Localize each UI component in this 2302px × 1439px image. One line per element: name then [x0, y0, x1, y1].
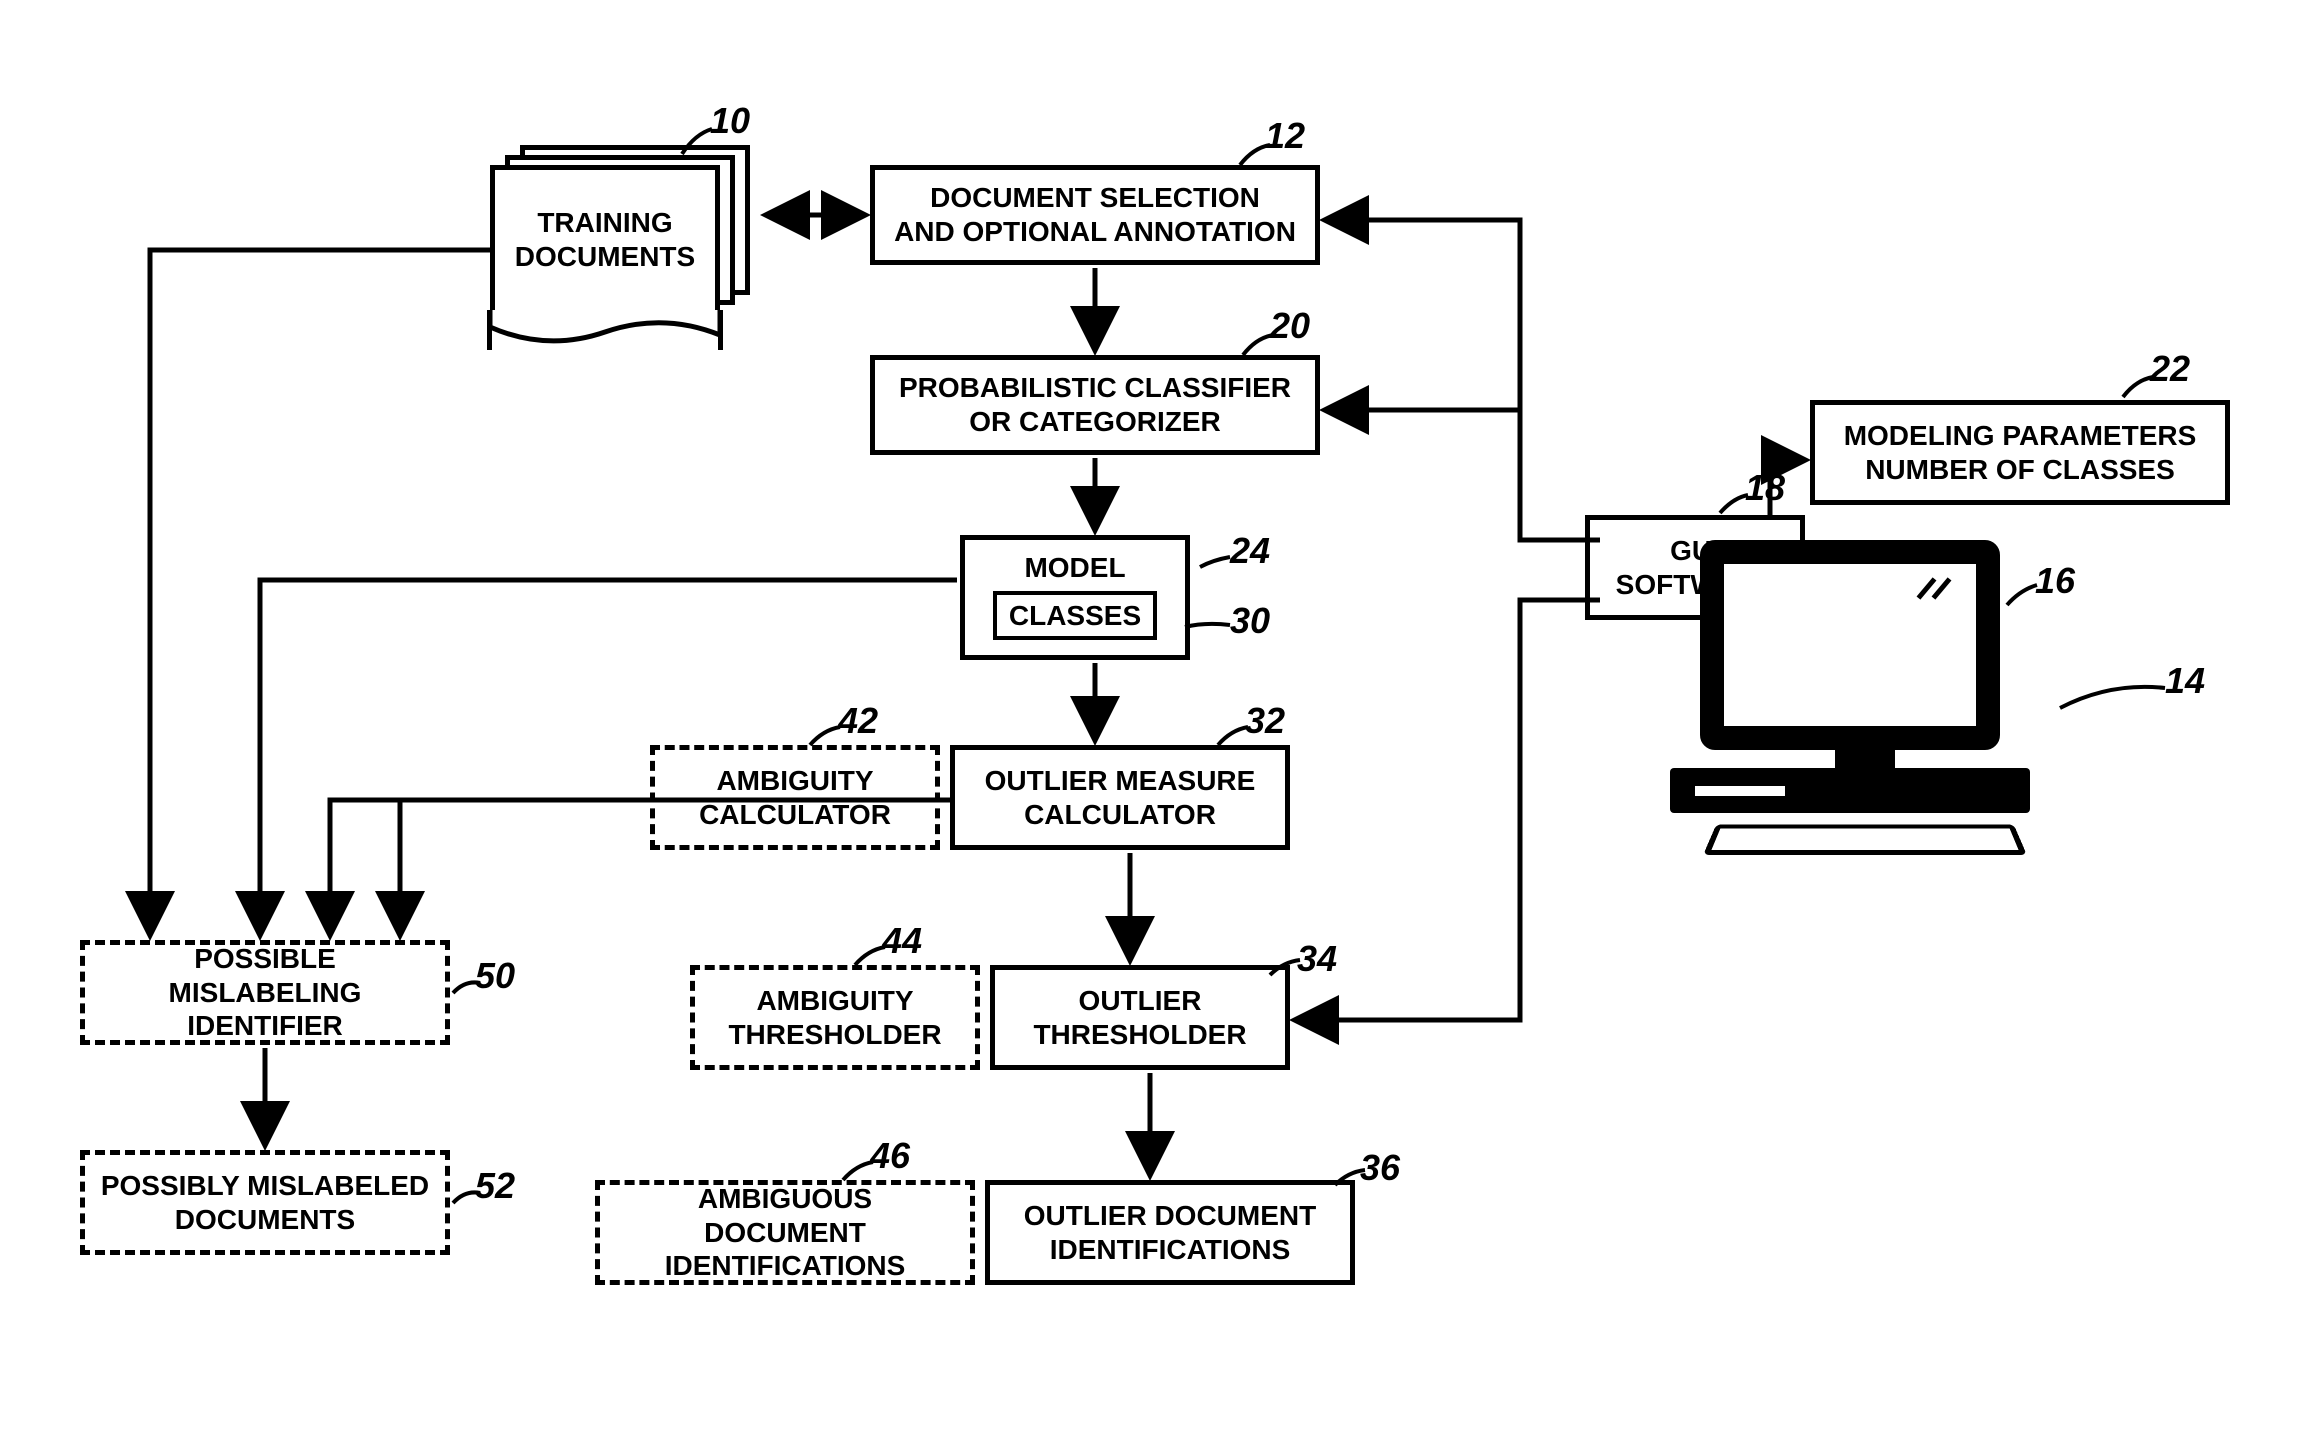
classes-inner-box: CLASSES — [993, 591, 1157, 641]
ref-30: 30 — [1230, 600, 1270, 642]
document-selection-box: DOCUMENT SELECTION AND OPTIONAL ANNOTATI… — [870, 165, 1320, 265]
training-documents-stack: TRAINING DOCUMENTS — [490, 165, 750, 345]
outlier-thresholder-label: OUTLIER THRESHOLDER — [1033, 984, 1246, 1051]
ambiguous-ids-box: AMBIGUOUS DOCUMENT IDENTIFICATIONS — [595, 1180, 975, 1285]
modeling-parameters-label: MODELING PARAMETERS NUMBER OF CLASSES — [1844, 419, 2197, 486]
modeling-parameters-box: MODELING PARAMETERS NUMBER OF CLASSES — [1810, 400, 2230, 505]
model-label: MODEL — [1024, 551, 1125, 585]
ref-14: 14 — [2165, 660, 2205, 702]
mislabeling-identifier-box: POSSIBLE MISLABELING IDENTIFIER — [80, 940, 450, 1045]
classifier-box: PROBABILISTIC CLASSIFIER OR CATEGORIZER — [870, 355, 1320, 455]
ambiguous-ids-label: AMBIGUOUS DOCUMENT IDENTIFICATIONS — [615, 1182, 955, 1283]
training-docs-label: TRAINING DOCUMENTS — [515, 206, 695, 273]
mislabeled-documents-label: POSSIBLY MISLABELED DOCUMENTS — [101, 1169, 429, 1236]
ambiguity-calculator-box: AMBIGUITY CALCULATOR — [650, 745, 940, 850]
classes-label: CLASSES — [1009, 600, 1141, 631]
outlier-thresholder-box: OUTLIER THRESHOLDER — [990, 965, 1290, 1070]
ambiguity-thresholder-box: AMBIGUITY THRESHOLDER — [690, 965, 980, 1070]
ambiguity-thresholder-label: AMBIGUITY THRESHOLDER — [728, 984, 941, 1051]
mislabeling-identifier-label: POSSIBLE MISLABELING IDENTIFIER — [100, 942, 430, 1043]
computer-icon — [1700, 540, 2030, 859]
outlier-calculator-label: OUTLIER MEASURE CALCULATOR — [985, 764, 1256, 831]
document-selection-label: DOCUMENT SELECTION AND OPTIONAL ANNOTATI… — [894, 181, 1296, 248]
outlier-calculator-box: OUTLIER MEASURE CALCULATOR — [950, 745, 1290, 850]
mislabeled-documents-box: POSSIBLY MISLABELED DOCUMENTS — [80, 1150, 450, 1255]
outlier-ids-box: OUTLIER DOCUMENT IDENTIFICATIONS — [985, 1180, 1355, 1285]
model-box: MODEL CLASSES — [960, 535, 1190, 660]
ambiguity-calculator-label: AMBIGUITY CALCULATOR — [699, 764, 891, 831]
outlier-ids-label: OUTLIER DOCUMENT IDENTIFICATIONS — [1024, 1199, 1316, 1266]
classifier-label: PROBABILISTIC CLASSIFIER OR CATEGORIZER — [899, 371, 1291, 438]
ref-24: 24 — [1230, 530, 1270, 572]
